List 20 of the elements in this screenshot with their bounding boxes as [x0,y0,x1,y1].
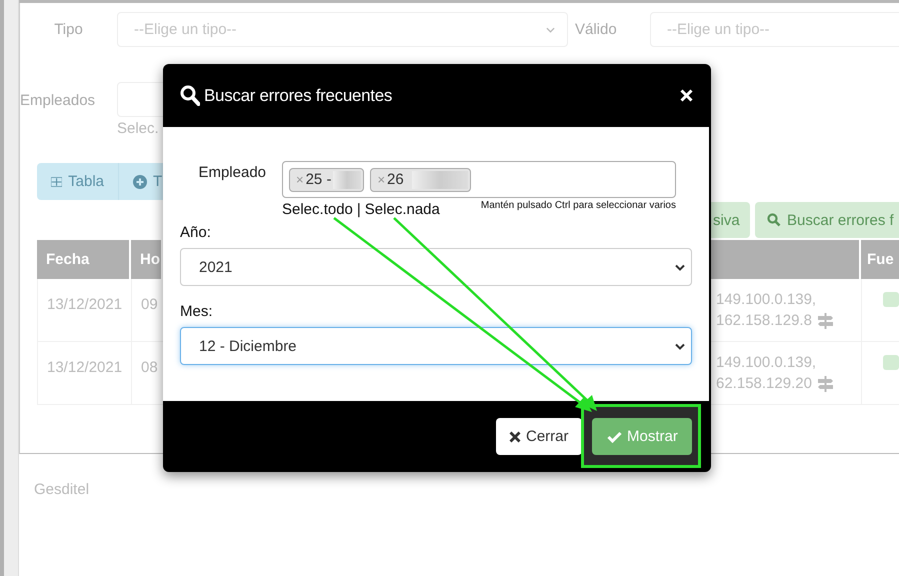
field-label: Tipo [53,21,84,38]
table-cell: 08 [141,359,158,376]
table-cell: 13/12/2021 [47,359,122,376]
table-cell-text: 149.100.0.139, [716,290,818,310]
column-header: Fecha [37,240,131,279]
separator-text: | [356,201,361,218]
help-text: Mantén pulsado Ctrl para seleccionar varios [480,200,676,211]
table-cell-text: 149.100.0.139, [716,353,818,373]
field-label: Mes: [180,303,214,320]
field-label: Empleados [20,92,96,111]
footer-text: Gesditel [34,481,90,498]
table-cell-text: 162.158.129.8 [716,311,812,331]
field-label: Válido [575,21,618,38]
column-header: Fue [861,240,899,279]
field-label: Empleado [197,164,267,183]
table-cell-text: 62.158.129.20 [716,374,812,394]
table-cell: 09 [141,296,158,313]
dialog-title: Buscar errores frecuentes [204,86,394,106]
table-cell: 13/12/2021 [47,296,122,313]
field-label: Año: [180,224,212,241]
